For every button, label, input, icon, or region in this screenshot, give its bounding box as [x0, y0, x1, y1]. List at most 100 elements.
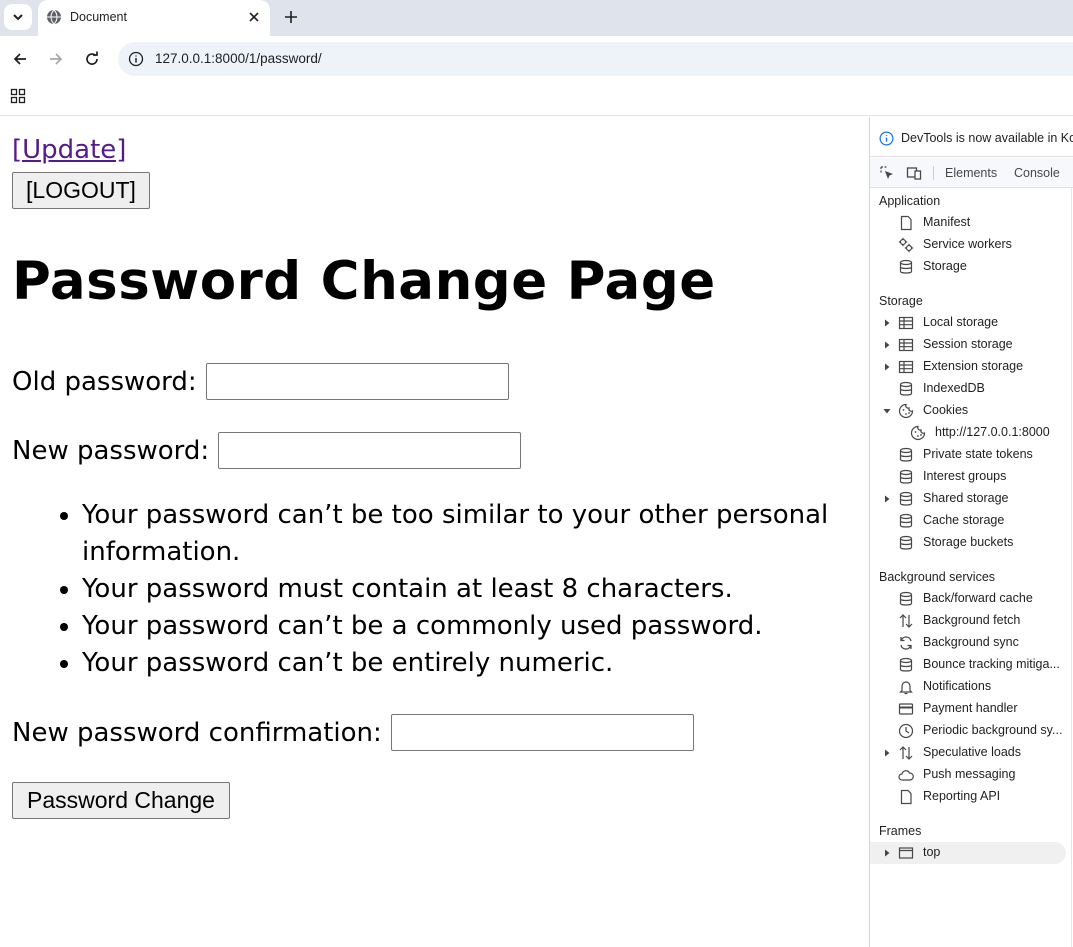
- database-icon: [899, 657, 913, 672]
- database-icon: [899, 535, 913, 550]
- expand-arrow-icon[interactable]: [883, 495, 891, 503]
- password-change-button[interactable]: Password Change: [12, 782, 230, 819]
- list-item: Your password must contain at least 8 ch…: [82, 571, 838, 608]
- item-label: Cache storage: [923, 513, 1005, 527]
- database-icon: [899, 469, 913, 484]
- sidebar-item-manifest[interactable]: Manifest: [870, 212, 1070, 234]
- tab-elements[interactable]: Elements: [945, 166, 997, 180]
- sidebar-item-notifications[interactable]: Notifications: [870, 676, 1070, 698]
- sidebar-item-extension-storage[interactable]: Extension storage: [870, 356, 1070, 378]
- sidebar-item-speculative-loads[interactable]: Speculative loads: [870, 742, 1070, 764]
- url-text[interactable]: 127.0.0.1:8000/1/password/: [155, 51, 322, 66]
- cloud-icon: [898, 770, 914, 781]
- sidebar-item-shared-storage[interactable]: Shared storage: [870, 488, 1070, 510]
- gears-icon: [898, 237, 914, 253]
- item-label: Extension storage: [923, 359, 1024, 373]
- sidebar-item-storage-buckets[interactable]: Storage buckets: [870, 532, 1070, 554]
- item-label: http://127.0.0.1:8000: [935, 425, 1050, 439]
- tab-separator: [933, 166, 934, 180]
- sidebar-item-interest-groups[interactable]: Interest groups: [870, 466, 1070, 488]
- new-password-row: New password:: [12, 432, 522, 469]
- expand-arrow-icon[interactable]: [883, 341, 891, 349]
- devtools-tabbar: Elements Console: [870, 158, 1073, 188]
- sidebar-item-bounce-tracking[interactable]: Bounce tracking mitiga...: [870, 654, 1070, 676]
- old-password-label: Old password:: [12, 366, 197, 397]
- confirm-password-row: New password confirmation:: [12, 714, 694, 751]
- item-label: Background sync: [923, 635, 1019, 649]
- sidebar-item-background-fetch[interactable]: Background fetch: [870, 610, 1070, 632]
- item-label: Interest groups: [923, 469, 1007, 483]
- table-icon: [898, 316, 914, 330]
- sidebar-item-private-state-tokens[interactable]: Private state tokens: [870, 444, 1070, 466]
- sidebar-item-storage[interactable]: Storage: [870, 256, 1070, 278]
- confirm-password-input[interactable]: [390, 714, 694, 751]
- device-toolbar-icon[interactable]: [906, 165, 922, 181]
- new-password-input[interactable]: [218, 432, 522, 469]
- item-label: Cookies: [923, 403, 969, 417]
- expand-arrow-icon[interactable]: [883, 319, 891, 327]
- apps-grid-icon[interactable]: [10, 88, 26, 104]
- item-label: Back/forward cache: [923, 591, 1033, 605]
- item-label: Payment handler: [923, 701, 1018, 715]
- sidebar-item-cache-storage[interactable]: Cache storage: [870, 510, 1070, 532]
- cookie-icon: [898, 403, 914, 419]
- sidebar-item-service-workers[interactable]: Service workers: [870, 234, 1070, 256]
- back-arrow-icon[interactable]: [11, 50, 29, 68]
- panel-divider: [1071, 188, 1072, 947]
- page-title: Password Change Page: [12, 251, 716, 312]
- section-frames: Frames: [879, 824, 922, 838]
- sidebar-item-payment-handler[interactable]: Payment handler: [870, 698, 1070, 720]
- database-icon: [899, 513, 913, 528]
- item-label: Storage: [923, 259, 967, 273]
- cookie-icon: [910, 425, 926, 441]
- tab-console[interactable]: Console: [1014, 166, 1060, 180]
- confirm-password-label: New password confirmation:: [12, 717, 382, 748]
- file-icon: [900, 215, 912, 231]
- database-icon: [899, 591, 913, 606]
- logout-button[interactable]: [LOGOUT]: [12, 172, 150, 209]
- collapse-arrow-icon[interactable]: [883, 407, 891, 415]
- forward-arrow-icon[interactable]: [47, 50, 65, 68]
- sidebar-item-push-messaging[interactable]: Push messaging: [870, 764, 1070, 786]
- sidebar-item-indexeddb[interactable]: IndexedDB: [870, 378, 1070, 400]
- close-icon[interactable]: [246, 9, 262, 25]
- item-label: Notifications: [923, 679, 992, 693]
- sidebar-item-frame-top[interactable]: top: [870, 842, 1066, 864]
- list-item: Your password can’t be a commonly used p…: [82, 608, 838, 645]
- sidebar-item-cookies[interactable]: Cookies: [870, 400, 1070, 422]
- sidebar-item-reporting-api[interactable]: Reporting API: [870, 786, 1070, 808]
- item-label: Manifest: [923, 215, 971, 229]
- sidebar-item-cookie-origin[interactable]: http://127.0.0.1:8000: [870, 422, 1070, 444]
- sidebar-item-background-sync[interactable]: Background sync: [870, 632, 1070, 654]
- address-bar[interactable]: 127.0.0.1:8000/1/password/: [118, 42, 1073, 76]
- browser-tab[interactable]: Document: [38, 0, 270, 36]
- new-tab-plus-icon[interactable]: [282, 8, 300, 26]
- update-link[interactable]: [Update]: [12, 135, 126, 165]
- sidebar-item-session-storage[interactable]: Session storage: [870, 334, 1070, 356]
- banner-text: DevTools is now available in Korean: [901, 131, 1073, 145]
- old-password-input[interactable]: [205, 363, 509, 400]
- new-password-label: New password:: [12, 435, 210, 466]
- list-item: Your password can’t be entirely numeric.: [82, 645, 838, 682]
- tab-search-button[interactable]: [4, 4, 32, 30]
- sync-icon: [900, 636, 912, 650]
- sidebar-item-local-storage[interactable]: Local storage: [870, 312, 1070, 334]
- section-storage: Storage: [879, 294, 923, 308]
- browser-toolbar: 127.0.0.1:8000/1/password/: [0, 36, 1073, 82]
- file-icon: [900, 789, 912, 805]
- expand-arrow-icon[interactable]: [883, 849, 891, 857]
- sidebar-item-periodic-background-sync[interactable]: Periodic background sy...: [870, 720, 1070, 742]
- expand-arrow-icon[interactable]: [883, 749, 891, 757]
- site-info-icon[interactable]: [128, 51, 144, 67]
- sidebar-item-back-forward-cache[interactable]: Back/forward cache: [870, 588, 1070, 610]
- info-icon: [879, 131, 894, 146]
- reload-icon[interactable]: [83, 50, 101, 68]
- expand-arrow-icon[interactable]: [883, 363, 891, 371]
- bookmarks-bar: [0, 82, 1073, 116]
- item-label: top: [923, 845, 941, 859]
- inspect-element-icon[interactable]: [879, 165, 895, 181]
- table-icon: [898, 338, 914, 352]
- bell-icon: [899, 681, 913, 695]
- tab-title: Document: [70, 10, 127, 24]
- database-icon: [899, 259, 913, 274]
